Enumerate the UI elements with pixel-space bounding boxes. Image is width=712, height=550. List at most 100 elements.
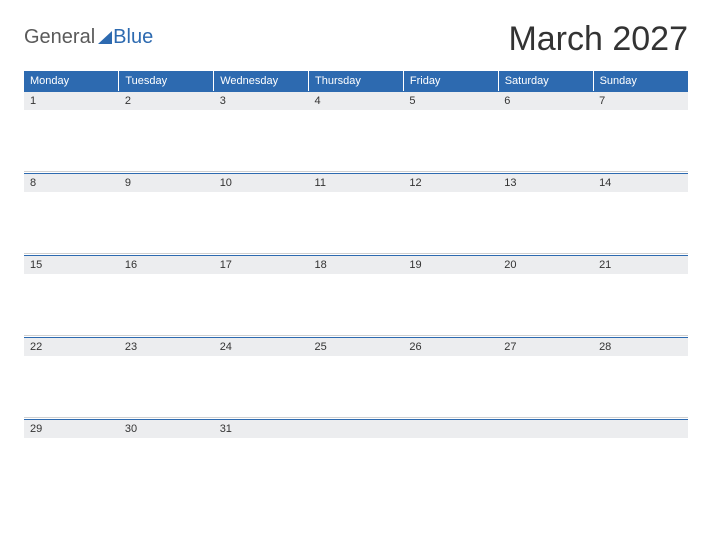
brand-logo: General Blue — [24, 26, 153, 49]
day-number: 18 — [309, 255, 404, 274]
calendar-day-cell: 22 — [24, 337, 119, 419]
day-body — [24, 274, 119, 336]
logo-triangle-icon — [98, 31, 112, 44]
calendar-day-cell: 4 — [309, 91, 404, 173]
header: General Blue March 2027 — [24, 20, 688, 59]
day-body — [24, 438, 119, 500]
day-number: 17 — [214, 255, 309, 274]
day-number: 15 — [24, 255, 119, 274]
day-number: 4 — [309, 91, 404, 110]
logo-word-general: General — [24, 26, 95, 49]
calendar-day-cell: 28 — [593, 337, 688, 419]
calendar-day-cell: 5 — [403, 91, 498, 173]
day-number: 9 — [119, 173, 214, 192]
weekday-header: Saturday — [498, 71, 593, 91]
logo-word-blue: Blue — [113, 26, 153, 49]
calendar-day-cell: 29 — [24, 419, 119, 501]
day-body — [403, 274, 498, 336]
day-number: 2 — [119, 91, 214, 110]
day-number: 27 — [498, 337, 593, 356]
calendar-day-cell: 26 — [403, 337, 498, 419]
day-body — [498, 274, 593, 336]
day-body — [403, 438, 498, 500]
day-body — [214, 438, 309, 500]
weekday-header: Friday — [403, 71, 498, 91]
calendar-day-cell: 15 — [24, 255, 119, 337]
day-number: 12 — [403, 173, 498, 192]
day-number: 20 — [498, 255, 593, 274]
day-number: 21 — [593, 255, 688, 274]
day-number: 25 — [309, 337, 404, 356]
day-number: . — [593, 419, 688, 438]
calendar-day-cell: 1 — [24, 91, 119, 173]
calendar-week: 1234567 — [24, 91, 688, 173]
day-body — [214, 356, 309, 418]
day-number: 8 — [24, 173, 119, 192]
calendar-day-cell: . — [498, 419, 593, 501]
calendar-week: 15161718192021 — [24, 255, 688, 337]
weekday-header: Sunday — [593, 71, 688, 91]
day-number: 14 — [593, 173, 688, 192]
day-number: 29 — [24, 419, 119, 438]
calendar-day-cell: 25 — [309, 337, 404, 419]
calendar-day-cell: 9 — [119, 173, 214, 255]
day-body — [498, 356, 593, 418]
day-body — [309, 438, 404, 500]
day-body — [593, 438, 688, 500]
day-number: 30 — [119, 419, 214, 438]
day-body — [593, 356, 688, 418]
calendar-day-cell: 27 — [498, 337, 593, 419]
day-number: 23 — [119, 337, 214, 356]
calendar-day-cell: 12 — [403, 173, 498, 255]
calendar-day-cell: 6 — [498, 91, 593, 173]
calendar-day-cell: 24 — [214, 337, 309, 419]
calendar-day-cell: 19 — [403, 255, 498, 337]
weekday-header-row: Monday Tuesday Wednesday Thursday Friday… — [24, 71, 688, 91]
day-body — [214, 192, 309, 254]
calendar-day-cell: 30 — [119, 419, 214, 501]
calendar-day-cell: . — [593, 419, 688, 501]
day-body — [309, 192, 404, 254]
day-number: 28 — [593, 337, 688, 356]
calendar-week: 22232425262728 — [24, 337, 688, 419]
day-body — [309, 356, 404, 418]
day-body — [24, 192, 119, 254]
day-body — [24, 110, 119, 172]
day-body — [498, 110, 593, 172]
day-number: . — [309, 419, 404, 438]
day-number: 11 — [309, 173, 404, 192]
calendar-day-cell: 18 — [309, 255, 404, 337]
day-body — [119, 192, 214, 254]
weekday-header: Monday — [24, 71, 119, 91]
day-body — [403, 356, 498, 418]
day-number: 5 — [403, 91, 498, 110]
day-body — [498, 438, 593, 500]
day-number: 1 — [24, 91, 119, 110]
calendar-week: 293031.... — [24, 419, 688, 501]
calendar-grid: Monday Tuesday Wednesday Thursday Friday… — [24, 71, 688, 501]
calendar-day-cell: 8 — [24, 173, 119, 255]
day-number: 6 — [498, 91, 593, 110]
day-number: 7 — [593, 91, 688, 110]
calendar-day-cell: . — [309, 419, 404, 501]
calendar-day-cell: 7 — [593, 91, 688, 173]
day-body — [119, 438, 214, 500]
calendar-day-cell: 14 — [593, 173, 688, 255]
calendar-body: 1234567891011121314151617181920212223242… — [24, 91, 688, 501]
calendar-day-cell: 10 — [214, 173, 309, 255]
day-number: 3 — [214, 91, 309, 110]
day-number: 16 — [119, 255, 214, 274]
calendar-day-cell: 11 — [309, 173, 404, 255]
day-body — [498, 192, 593, 254]
day-number: 10 — [214, 173, 309, 192]
day-body — [24, 356, 119, 418]
calendar-day-cell: 13 — [498, 173, 593, 255]
calendar-day-cell: 16 — [119, 255, 214, 337]
day-body — [593, 110, 688, 172]
day-body — [119, 274, 214, 336]
day-body — [593, 274, 688, 336]
day-body — [214, 274, 309, 336]
weekday-header: Wednesday — [214, 71, 309, 91]
day-body — [119, 356, 214, 418]
day-number: 31 — [214, 419, 309, 438]
